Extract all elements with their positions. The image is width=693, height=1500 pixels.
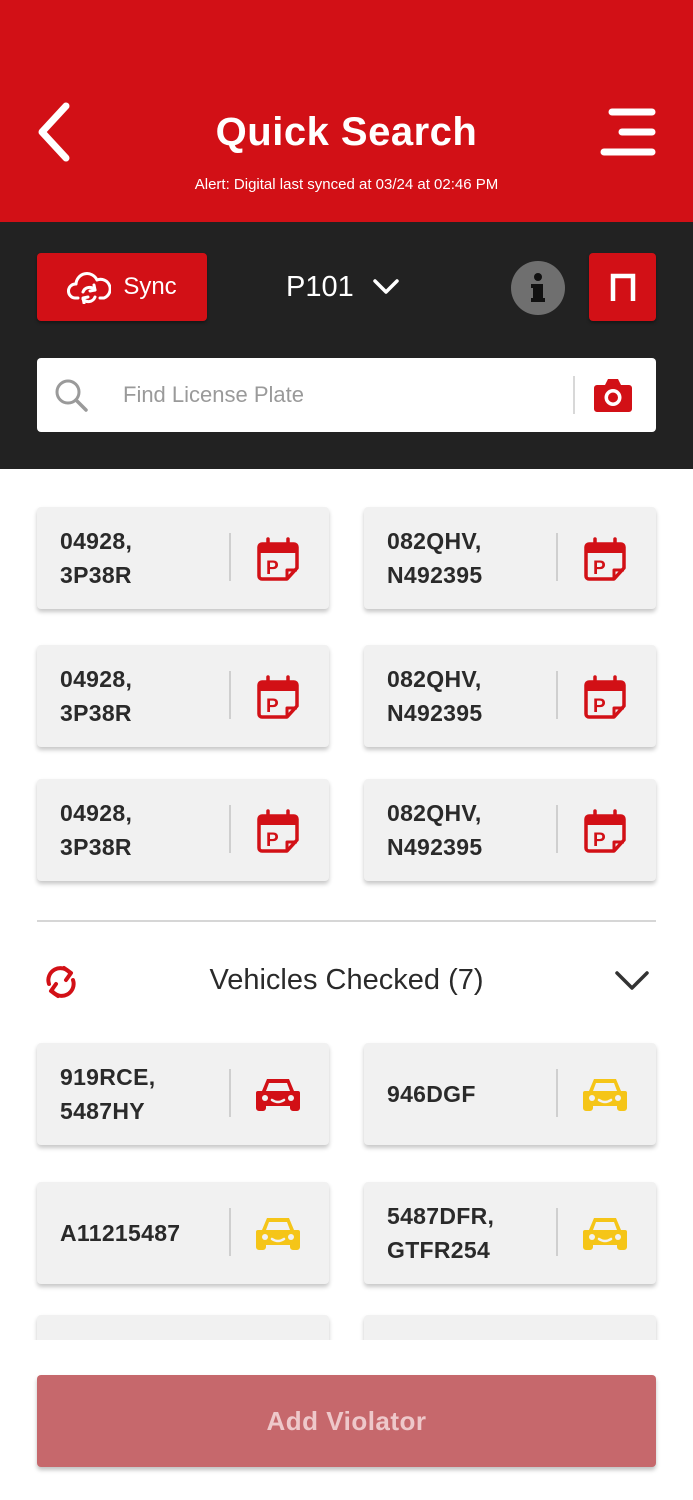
plate-card[interactable]: 082QHV, N492395 P bbox=[364, 645, 656, 747]
card-divider bbox=[229, 533, 231, 581]
plate-number: 946DGF bbox=[387, 1081, 476, 1107]
info-icon bbox=[531, 273, 545, 302]
plate-number: 04928, 3P38R bbox=[60, 528, 133, 588]
plate-number: 082QHV, N492395 bbox=[387, 666, 483, 726]
bottom-action-bar: Add Violator bbox=[0, 1340, 693, 1500]
plate-number: 082QHV, N492395 bbox=[387, 528, 483, 588]
plate-number: 919RCE, 5487HY bbox=[60, 1064, 156, 1124]
card-divider bbox=[229, 805, 231, 853]
parking-calendar-icon: P bbox=[579, 671, 631, 723]
barrier-button[interactable] bbox=[589, 253, 656, 321]
card-divider bbox=[229, 1208, 231, 1256]
parking-calendar-icon: P bbox=[579, 805, 631, 857]
plate-number: 04928, 3P38R bbox=[60, 800, 133, 860]
card-divider bbox=[556, 805, 558, 853]
info-button[interactable] bbox=[511, 261, 565, 315]
plate-card[interactable]: 04928, 3P38R P bbox=[37, 645, 329, 747]
sync-button[interactable]: Sync bbox=[37, 253, 207, 321]
menu-icon bbox=[600, 108, 656, 156]
card-divider bbox=[556, 533, 558, 581]
search-icon bbox=[55, 379, 88, 412]
car-icon bbox=[252, 1208, 304, 1260]
license-plate-input[interactable] bbox=[123, 370, 563, 420]
svg-text:P: P bbox=[593, 830, 606, 851]
card-divider bbox=[556, 1069, 558, 1117]
svg-text:P: P bbox=[266, 696, 279, 717]
vehicle-card[interactable] bbox=[364, 1315, 656, 1340]
svg-text:P: P bbox=[593, 558, 606, 579]
vehicles-checked-toggle[interactable]: Vehicles Checked (7) bbox=[37, 950, 656, 1014]
sync-button-label: Sync bbox=[123, 273, 177, 300]
plate-number: A11215487 bbox=[60, 1220, 181, 1246]
cloud-sync-icon bbox=[67, 272, 112, 304]
car-icon bbox=[252, 1069, 304, 1121]
add-violator-button[interactable]: Add Violator bbox=[37, 1375, 656, 1467]
card-divider bbox=[229, 671, 231, 719]
vehicle-card[interactable] bbox=[37, 1315, 329, 1340]
barrier-icon bbox=[610, 273, 635, 301]
chevron-down-icon bbox=[615, 971, 649, 990]
car-icon bbox=[579, 1208, 631, 1260]
svg-text:P: P bbox=[266, 830, 279, 851]
chevron-down-icon bbox=[372, 279, 399, 294]
vehicle-card[interactable]: A11215487 bbox=[37, 1182, 329, 1284]
card-divider bbox=[556, 1208, 558, 1256]
camera-button[interactable] bbox=[591, 375, 635, 415]
plate-number: 5487DFR, GTFR254 bbox=[387, 1203, 495, 1263]
parking-calendar-icon: P bbox=[252, 671, 304, 723]
car-icon bbox=[579, 1069, 631, 1121]
zone-dropdown[interactable]: P101 bbox=[286, 262, 400, 312]
vehicles-checked-label: Vehicles Checked (7) bbox=[209, 964, 484, 996]
svg-text:P: P bbox=[266, 558, 279, 579]
plate-number: 082QHV, N492395 bbox=[387, 800, 483, 860]
plate-card[interactable]: 082QHV, N492395 P bbox=[364, 779, 656, 881]
app-header: Quick Search Alert: Digital last synced … bbox=[0, 0, 693, 222]
license-plate-search bbox=[37, 358, 656, 432]
plate-card[interactable]: 082QHV, N492395 P bbox=[364, 507, 656, 609]
search-toolbar: Sync P101 bbox=[0, 222, 693, 469]
scroll-overflow-row bbox=[0, 1300, 693, 1340]
section-divider bbox=[37, 920, 656, 922]
parking-calendar-icon: P bbox=[252, 805, 304, 857]
plate-card[interactable]: 04928, 3P38R P bbox=[37, 779, 329, 881]
card-divider bbox=[229, 1069, 231, 1117]
svg-text:P: P bbox=[593, 696, 606, 717]
parking-calendar-icon: P bbox=[252, 533, 304, 585]
vehicle-card[interactable]: 5487DFR, GTFR254 bbox=[364, 1182, 656, 1284]
plate-card[interactable]: 04928, 3P38R P bbox=[37, 507, 329, 609]
vehicle-card[interactable]: 919RCE, 5487HY bbox=[37, 1043, 329, 1145]
zone-value: P101 bbox=[286, 270, 354, 303]
parking-calendar-icon: P bbox=[579, 533, 631, 585]
page-title: Quick Search bbox=[215, 110, 478, 154]
plate-number: 04928, 3P38R bbox=[60, 666, 133, 726]
search-divider bbox=[573, 376, 575, 414]
sync-alert-text: Alert: Digital last synced at 03/24 at 0… bbox=[194, 176, 499, 193]
camera-icon bbox=[594, 379, 632, 412]
menu-button[interactable] bbox=[598, 106, 658, 158]
card-divider bbox=[556, 671, 558, 719]
vehicle-card[interactable]: 946DGF bbox=[364, 1043, 656, 1145]
